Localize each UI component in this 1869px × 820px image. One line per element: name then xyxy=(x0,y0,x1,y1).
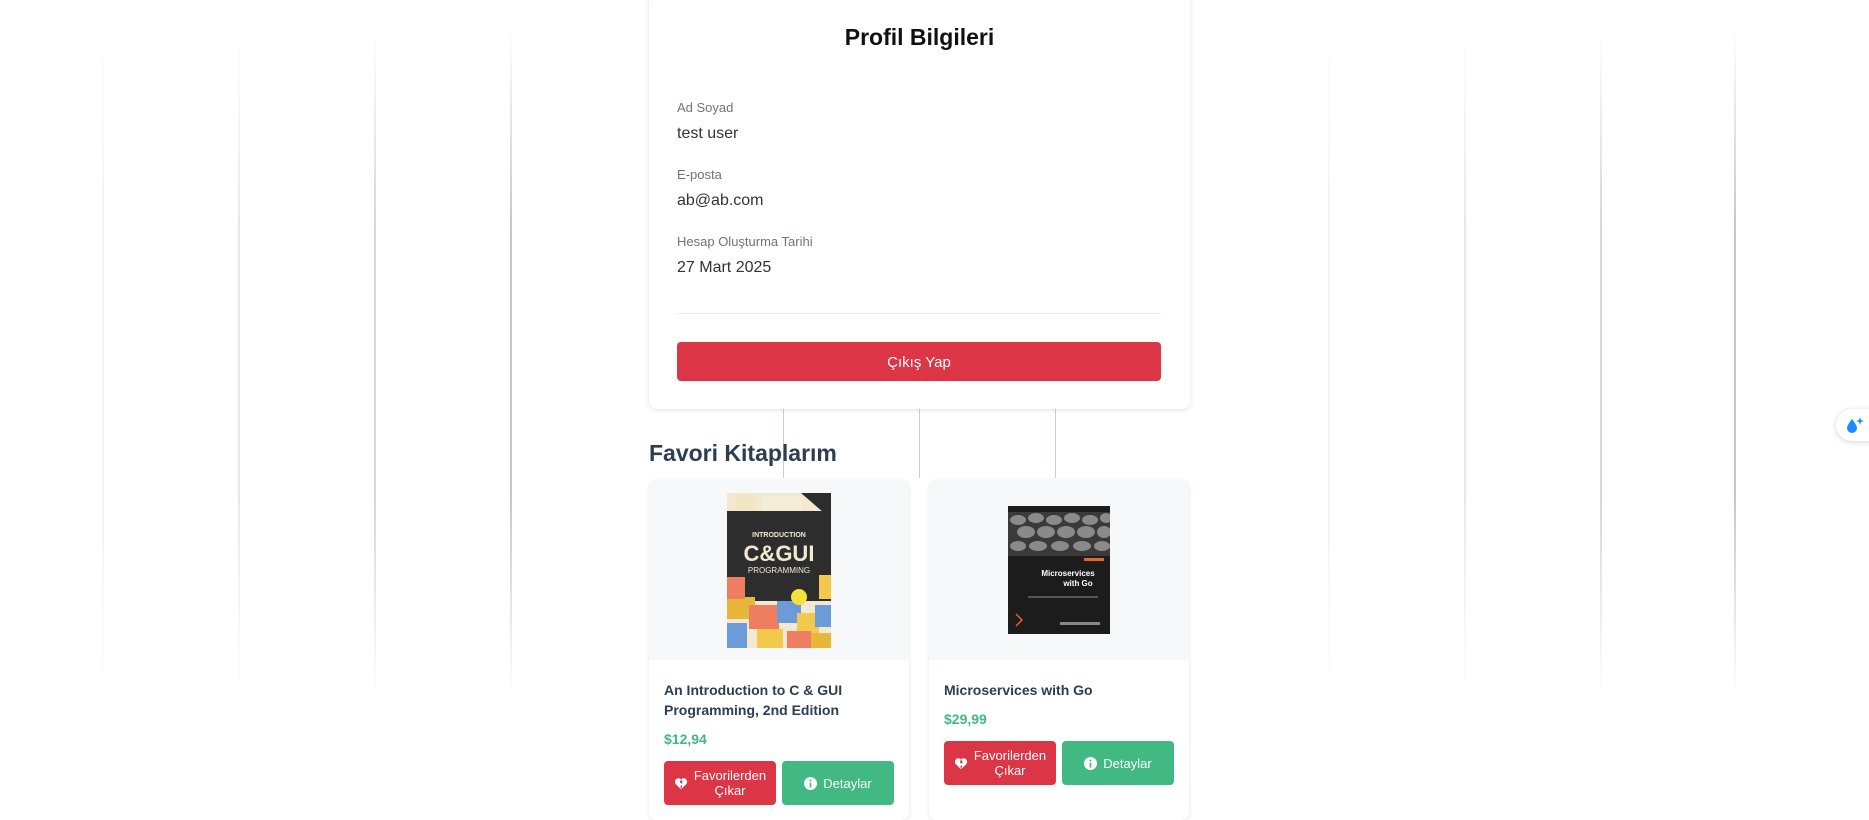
remove-favorite-label: Favorilerden xyxy=(973,748,1047,763)
svg-text:C&GUI: C&GUI xyxy=(744,541,815,566)
background-line xyxy=(1600,28,1602,698)
created-date-value: 27 Mart 2025 xyxy=(677,259,772,276)
book-cover: Microservices with Go xyxy=(1008,506,1110,634)
info-icon xyxy=(804,776,818,790)
broken-heart-icon xyxy=(954,757,967,769)
logout-button[interactable]: Çıkış Yap xyxy=(677,342,1161,381)
remove-favorite-button[interactable]: Favorilerden Çıkar xyxy=(944,741,1056,785)
created-date-label: Hesap Oluşturma Tarihi xyxy=(677,234,813,249)
background-line xyxy=(102,28,104,698)
svg-text:with Go: with Go xyxy=(1062,579,1092,588)
background-line xyxy=(374,28,376,698)
background-line xyxy=(1464,28,1466,698)
details-button[interactable]: Detaylar xyxy=(782,761,894,805)
background-line xyxy=(238,28,240,698)
book-card: Microservices with Go Microservices with… xyxy=(929,480,1189,820)
book-cover-area: INTRODUCTION C&GUI PROGRAMMING xyxy=(649,480,909,660)
book-card: INTRODUCTION C&GUI PROGRAMMING An Introd… xyxy=(649,480,909,820)
remove-favorite-label: Çıkar xyxy=(994,763,1026,778)
divider xyxy=(677,313,1161,314)
book-cover: INTRODUCTION C&GUI PROGRAMMING xyxy=(727,493,831,648)
book-title[interactable]: An Introduction to C & GUI Programming, … xyxy=(664,680,894,720)
background-line xyxy=(1055,408,1056,478)
details-button[interactable]: Detaylar xyxy=(1062,741,1174,785)
info-icon xyxy=(1084,756,1098,770)
book-title[interactable]: Microservices with Go xyxy=(944,680,1174,700)
remove-favorite-label: Çıkar xyxy=(714,783,746,798)
favorites-title: Favori Kitaplarım xyxy=(649,440,837,466)
details-label: Detaylar xyxy=(1103,755,1152,771)
svg-text:INTRODUCTION: INTRODUCTION xyxy=(752,532,806,539)
remove-favorite-button[interactable]: Favorilerden Çıkar xyxy=(664,761,776,805)
book-price: $12,94 xyxy=(664,731,707,747)
background-line xyxy=(1734,28,1736,698)
remove-favorite-label: Favorilerden xyxy=(693,768,767,783)
profile-title: Profil Bilgileri xyxy=(844,24,995,50)
name-label: Ad Soyad xyxy=(677,100,734,115)
book-cover-area: Microservices with Go xyxy=(929,480,1189,660)
name-value: test user xyxy=(677,125,739,142)
svg-text:PROGRAMMING: PROGRAMMING xyxy=(748,566,810,575)
email-value: ab@ab.com xyxy=(677,192,764,209)
email-label: E-posta xyxy=(677,167,722,182)
background-line xyxy=(919,408,920,478)
water-drop-sparkle-icon xyxy=(1847,417,1864,433)
book-price: $29,99 xyxy=(944,711,987,727)
svg-text:Microservices: Microservices xyxy=(1041,569,1095,578)
background-line xyxy=(510,28,512,698)
profile-card: Profil Bilgileri Ad Soyad test user E-po… xyxy=(649,0,1190,409)
broken-heart-icon xyxy=(674,777,687,789)
details-label: Detaylar xyxy=(823,775,872,791)
background-line xyxy=(1328,28,1330,698)
extension-widget[interactable] xyxy=(1836,409,1869,441)
